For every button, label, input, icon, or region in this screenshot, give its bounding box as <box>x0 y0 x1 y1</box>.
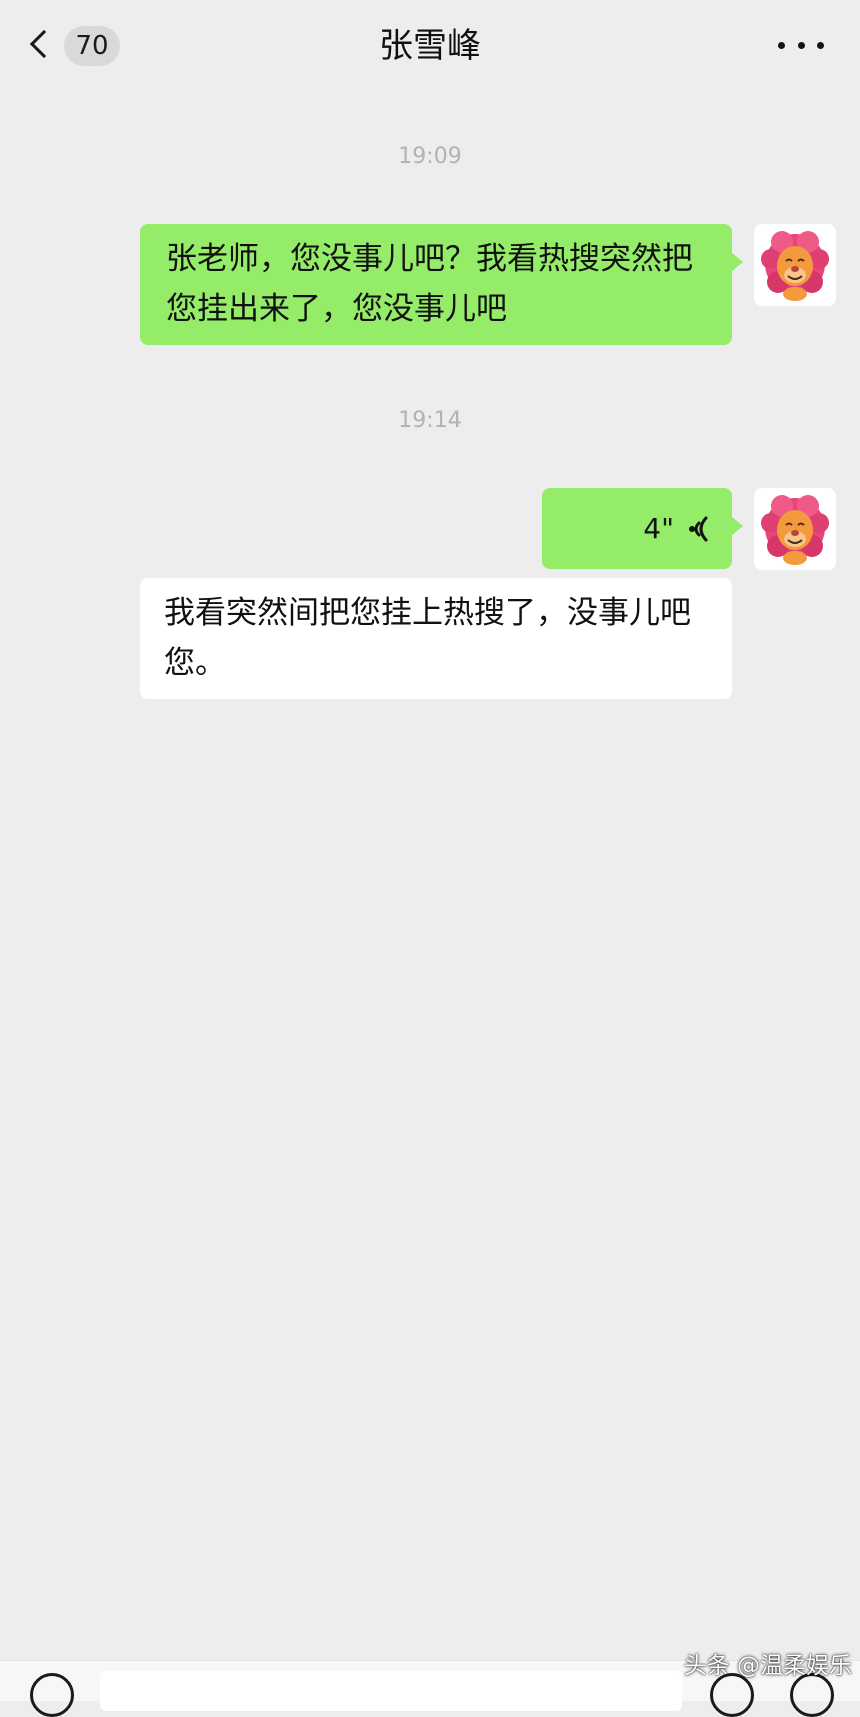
message-timestamp: 19:14 <box>398 408 462 433</box>
sent-voice-message[interactable]: 4" <box>542 488 743 569</box>
unread-count-badge: 70 <box>64 26 120 66</box>
transcript-text: 我看突然间把您挂上热搜了，没事儿吧您。 <box>164 595 691 681</box>
voice-input-toggle-button[interactable] <box>30 1673 74 1717</box>
chat-header: 70 张雪峰 <box>0 0 860 92</box>
message-text: 张老师，您没事儿吧？我看热搜突然把您挂出来了，您没事儿吧 <box>166 241 693 327</box>
watermark: 头条 @温柔娱乐 <box>683 1653 852 1679</box>
message-input[interactable] <box>100 1671 682 1711</box>
chevron-left-icon <box>29 29 59 59</box>
bubble-tail <box>731 252 743 272</box>
more-dots-icon <box>817 41 824 49</box>
voice-transcript-bubble[interactable]: 我看突然间把您挂上热搜了，没事儿吧您。 <box>140 578 732 699</box>
voice-wave-icon <box>689 516 708 542</box>
more-options-button[interactable] <box>778 28 824 62</box>
avatar[interactable] <box>754 224 836 306</box>
bubble-tail <box>731 516 743 536</box>
voice-duration: 4" <box>643 512 674 545</box>
sent-text-message[interactable]: 张老师，您没事儿吧？我看热搜突然把您挂出来了，您没事儿吧 <box>140 224 743 345</box>
more-dots-icon <box>778 41 785 49</box>
message-timestamp: 19:09 <box>398 144 462 169</box>
lion-avatar-icon <box>754 224 836 306</box>
lion-avatar-icon <box>754 488 836 570</box>
avatar[interactable] <box>754 488 836 570</box>
more-dots-icon <box>797 41 805 49</box>
back-button[interactable]: 70 <box>28 22 124 70</box>
chat-title: 张雪峰 <box>379 26 481 66</box>
